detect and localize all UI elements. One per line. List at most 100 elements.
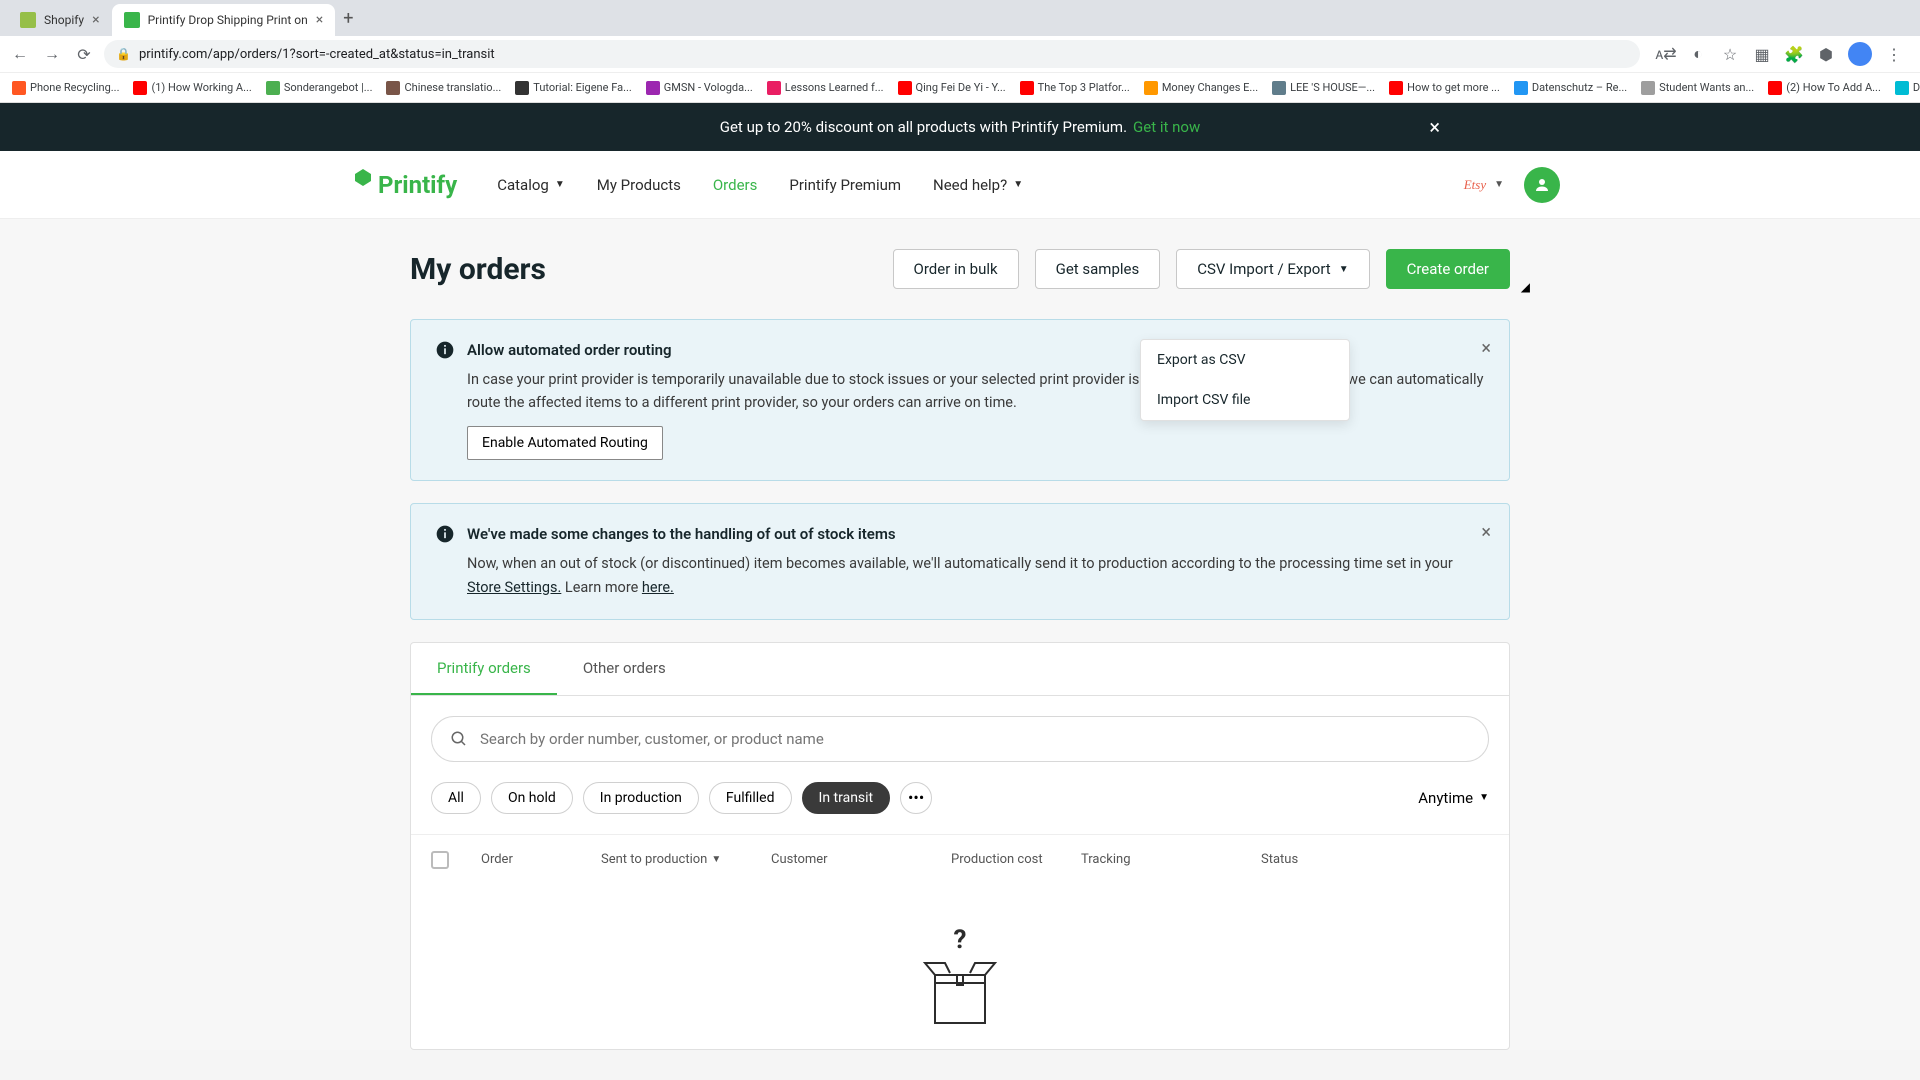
bookmark-item[interactable]: (1) How Working A... — [129, 81, 255, 95]
bookmark-item[interactable]: Qing Fei De Yi - Y... — [894, 81, 1010, 95]
page-title: My orders — [410, 252, 546, 287]
bookmark-item[interactable]: Student Wants an... — [1637, 81, 1758, 95]
store-settings-link[interactable]: Store Settings. — [467, 579, 561, 596]
profile-avatar[interactable] — [1848, 42, 1872, 66]
tab-label: Shopify — [44, 13, 84, 27]
search-input[interactable] — [480, 730, 1470, 748]
close-icon[interactable]: × — [1481, 338, 1491, 359]
browser-chrome: Shopify × Printify Drop Shipping Print o… — [0, 0, 1920, 103]
create-order-button[interactable]: Create order — [1386, 249, 1510, 289]
search-icon — [450, 730, 468, 748]
promo-banner: Get up to 20% discount on all products w… — [0, 103, 1920, 151]
filter-chip-in-production[interactable]: In production — [583, 782, 699, 814]
import-csv-item[interactable]: Import CSV file — [1141, 380, 1349, 420]
enable-routing-button[interactable]: Enable Automated Routing — [467, 426, 663, 460]
extension-icon[interactable]: ▦ — [1752, 44, 1772, 64]
page-actions: Order in bulk Get samples CSV Import / E… — [893, 249, 1510, 289]
more-filters-button[interactable]: ••• — [900, 782, 932, 814]
nav-catalog[interactable]: Catalog ▼ — [497, 176, 565, 194]
extension-icon[interactable]: ◐ — [1688, 44, 1708, 64]
menu-icon[interactable]: ⋮ — [1884, 44, 1904, 64]
filter-chip-on-hold[interactable]: On hold — [491, 782, 573, 814]
tab-other-orders[interactable]: Other orders — [557, 643, 692, 695]
chevron-down-icon: ▼ — [1479, 792, 1489, 803]
info-icon — [435, 524, 455, 544]
bookmark-item[interactable]: LEE 'S HOUSE—... — [1268, 81, 1379, 95]
bookmark-item[interactable]: Datenschutz – Re... — [1510, 81, 1631, 95]
col-sent[interactable]: Sent to production▼ — [601, 852, 771, 867]
label: Sent to production — [601, 852, 707, 867]
store-selector[interactable]: Etsy ▼ — [1464, 177, 1504, 193]
translate-icon[interactable]: ᴀ⇄ — [1656, 44, 1676, 64]
col-customer: Customer — [771, 852, 951, 867]
content: My orders Order in bulk Get samples CSV … — [410, 219, 1510, 1050]
url-field[interactable]: 🔒 printify.com/app/orders/1?sort=-create… — [104, 40, 1640, 68]
tab-printify-orders[interactable]: Printify orders — [411, 643, 557, 695]
select-all-checkbox[interactable] — [431, 851, 449, 869]
bookmark-item[interactable]: GMSN - Vologda... — [642, 81, 757, 95]
nav-printify-premium[interactable]: Printify Premium — [789, 176, 901, 194]
filter-chips: All On hold In production Fulfilled In trans… — [431, 782, 932, 814]
filter-chip-fulfilled[interactable]: Fulfilled — [709, 782, 792, 814]
col-order: Order — [481, 852, 601, 867]
star-icon[interactable]: ☆ — [1720, 44, 1740, 64]
bookmark-item[interactable]: Chinese translatio... — [382, 81, 505, 95]
header-right: Etsy ▼ — [1464, 167, 1560, 203]
alert-body: Now, when an out of stock (or discontinu… — [467, 552, 1485, 598]
close-icon[interactable]: × — [92, 12, 99, 28]
stock-alert: We've made some changes to the handling … — [410, 503, 1510, 619]
toolbar-right: ᴀ⇄ ◐ ☆ ▦ 🧩 ⬢ ⋮ — [1648, 42, 1912, 66]
logo[interactable]: Printify — [352, 169, 457, 201]
empty-state: ? — [411, 885, 1509, 1049]
extension-icon[interactable]: ⬢ — [1816, 44, 1836, 64]
bookmark-item[interactable]: Lessons Learned f... — [763, 81, 888, 95]
app-header: Printify Catalog ▼ My Products Orders Print… — [0, 151, 1920, 219]
text: Now, when an out of stock (or discontinu… — [467, 555, 1453, 572]
puzzle-icon[interactable]: 🧩 — [1784, 44, 1804, 64]
nav-orders[interactable]: Orders — [713, 176, 758, 194]
nav-my-products[interactable]: My Products — [597, 176, 681, 194]
time-filter[interactable]: Anytime ▼ — [1418, 789, 1489, 807]
csv-import-export-button[interactable]: CSV Import / Export ▼ — [1176, 249, 1369, 289]
order-in-bulk-button[interactable]: Order in bulk — [893, 249, 1019, 289]
close-icon[interactable]: × — [1481, 522, 1491, 543]
promo-text: Get up to 20% discount on all products w… — [720, 118, 1127, 136]
cursor-icon: ◢ — [1521, 280, 1530, 294]
bookmark-item[interactable]: Money Changes E... — [1140, 81, 1262, 95]
info-icon — [435, 340, 455, 360]
lock-icon: 🔒 — [116, 47, 131, 61]
col-tracking: Tracking — [1081, 852, 1261, 867]
bookmark-item[interactable]: Phone Recycling... — [8, 81, 123, 95]
new-tab-button[interactable]: + — [335, 8, 361, 29]
profile-button[interactable] — [1524, 167, 1560, 203]
get-samples-button[interactable]: Get samples — [1035, 249, 1161, 289]
browser-tab-printify[interactable]: Printify Drop Shipping Print on × — [112, 4, 336, 36]
filter-chip-all[interactable]: All — [431, 782, 481, 814]
promo-link[interactable]: Get it now — [1133, 118, 1200, 136]
question-icon: ? — [915, 925, 1005, 955]
export-csv-item[interactable]: Export as CSV — [1141, 340, 1349, 380]
bookmark-item[interactable]: How to get more ... — [1385, 81, 1504, 95]
store-label: Etsy — [1464, 177, 1486, 192]
filter-chip-in-transit[interactable]: In transit — [802, 782, 891, 814]
alert-title: Allow automated order routing — [467, 341, 672, 359]
col-status: Status — [1261, 852, 1361, 867]
tab-label: Printify Drop Shipping Print on — [148, 13, 308, 27]
browser-tab-shopify[interactable]: Shopify × — [8, 4, 112, 36]
bookmark-item[interactable]: The Top 3 Platfor... — [1016, 81, 1134, 95]
bookmark-item[interactable]: Download - Cooki... — [1891, 81, 1920, 95]
bookmark-item[interactable]: Tutorial: Eigene Fa... — [511, 81, 636, 95]
forward-button[interactable]: → — [40, 42, 64, 66]
learn-more-link[interactable]: here. — [642, 579, 674, 596]
close-icon[interactable]: × — [1429, 115, 1440, 139]
reload-button[interactable]: ⟳ — [72, 42, 96, 66]
nav-need-help-[interactable]: Need help? ▼ — [933, 176, 1023, 194]
bookmark-item[interactable]: Sonderangebot |... — [262, 81, 377, 95]
back-button[interactable]: ← — [8, 42, 32, 66]
close-icon[interactable]: × — [316, 12, 323, 28]
favicon — [124, 12, 140, 28]
col-production-cost: Production cost — [951, 852, 1081, 867]
bookmark-item[interactable]: (2) How To Add A... — [1764, 81, 1885, 95]
chevron-down-icon: ▼ — [1494, 179, 1504, 190]
search-box[interactable] — [431, 716, 1489, 762]
